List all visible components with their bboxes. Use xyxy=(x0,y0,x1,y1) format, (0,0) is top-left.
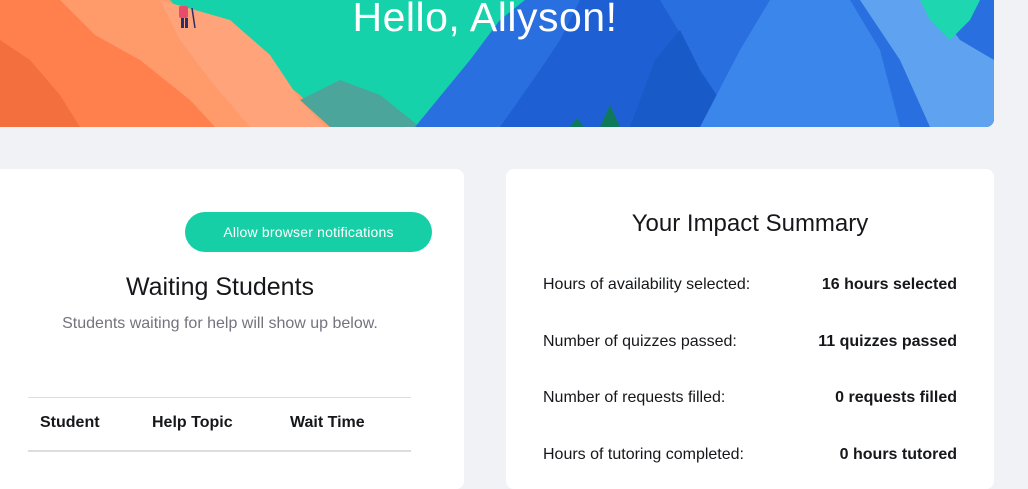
column-header-help-topic[interactable]: Help Topic xyxy=(152,414,233,432)
waiting-students-subtitle: Students waiting for help will show up b… xyxy=(62,315,378,332)
column-header-student[interactable]: Student xyxy=(40,414,100,432)
impact-label: Number of quizzes passed: xyxy=(543,333,737,350)
impact-value: 0 requests filled xyxy=(835,389,957,406)
impact-row-quizzes: Number of quizzes passed: 11 quizzes pas… xyxy=(543,333,957,357)
impact-summary-title: Your Impact Summary xyxy=(631,210,869,237)
impact-label: Number of requests filled: xyxy=(543,389,726,406)
waiting-students-title: Waiting Students xyxy=(125,273,315,301)
impact-row-requests: Number of requests filled: 0 requests fi… xyxy=(543,389,957,413)
waiting-students-table-header: Student Help Topic Wait Time xyxy=(28,397,411,452)
impact-label: Hours of availability selected: xyxy=(543,276,751,293)
hero-banner: Hello, Allyson! xyxy=(0,0,994,127)
waiting-students-card: Allow browser notifications Waiting Stud… xyxy=(0,169,464,489)
greeting-heading: Hello, Allyson! xyxy=(352,0,618,40)
impact-value: 0 hours tutored xyxy=(839,446,957,463)
impact-label: Hours of tutoring completed: xyxy=(543,446,744,463)
impact-value: 11 quizzes passed xyxy=(818,333,957,350)
allow-notifications-button[interactable]: Allow browser notifications xyxy=(185,212,432,252)
impact-row-tutoring: Hours of tutoring completed: 0 hours tut… xyxy=(543,446,957,470)
column-header-wait-time[interactable]: Wait Time xyxy=(290,414,365,432)
impact-row-availability: Hours of availability selected: 16 hours… xyxy=(543,276,957,300)
impact-summary-card: Your Impact Summary Hours of availabilit… xyxy=(506,169,994,489)
impact-value: 16 hours selected xyxy=(821,276,957,293)
